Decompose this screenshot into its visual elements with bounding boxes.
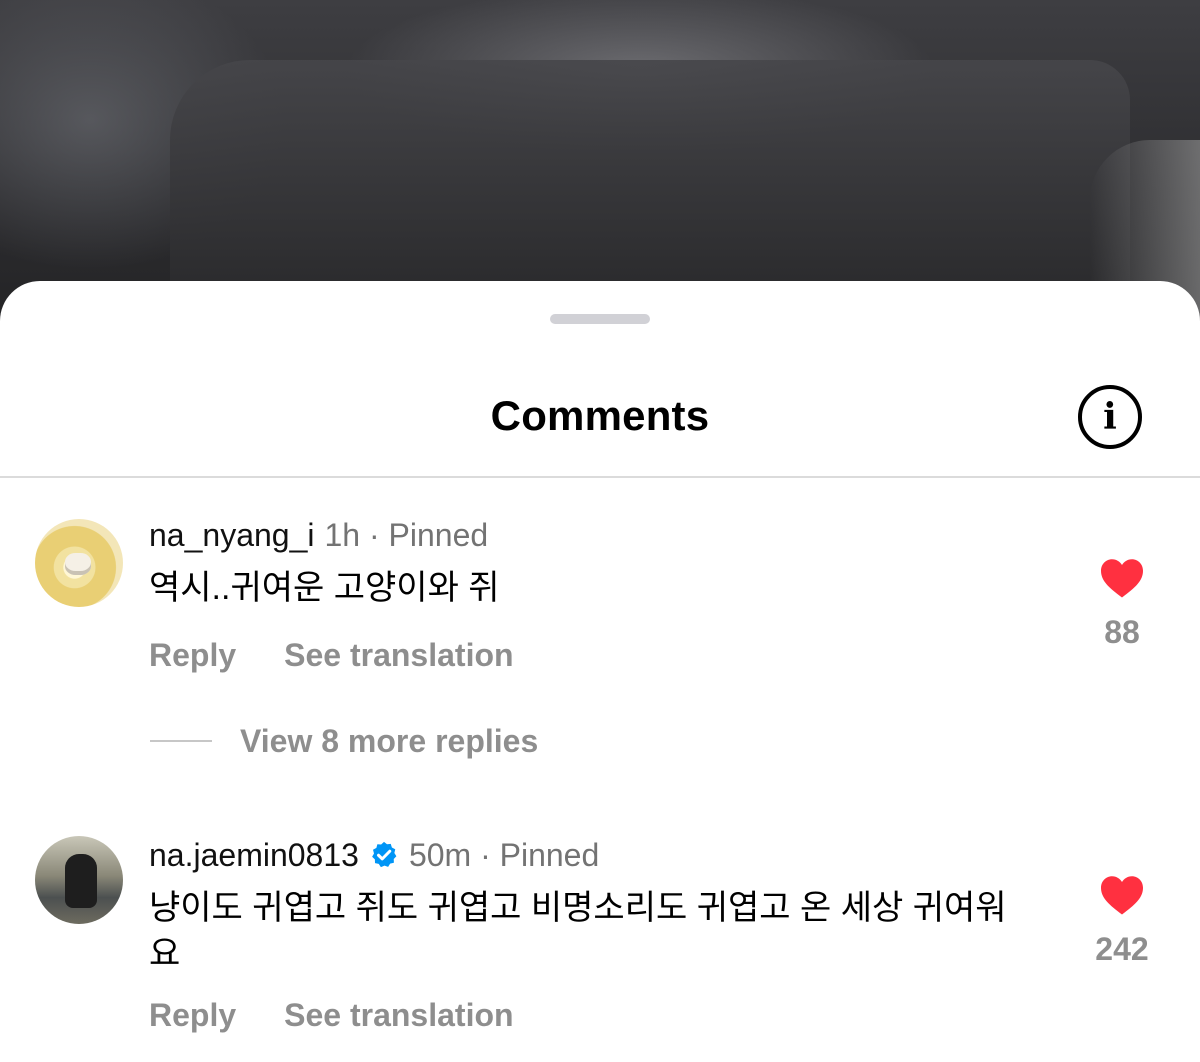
comment-meta: 1h · Pinned xyxy=(324,517,489,553)
username-link[interactable]: na_nyang_i xyxy=(149,516,314,554)
comment-text: 역시..귀여운 고양이와 쥐 xyxy=(149,569,500,607)
video-backdrop xyxy=(0,0,1200,320)
info-icon: i xyxy=(1103,396,1117,438)
reply-button[interactable]: Reply xyxy=(149,636,236,674)
see-translation-button[interactable]: See translation xyxy=(284,996,513,1034)
comment-header: na.jaemin0813 50m · Pinned xyxy=(149,836,599,874)
reply-button[interactable]: Reply xyxy=(149,996,236,1034)
heart-filled-icon xyxy=(1101,876,1143,915)
like-count: 88 xyxy=(1104,614,1140,650)
comment-meta: 50m · Pinned xyxy=(408,837,600,873)
avatar-image xyxy=(65,854,97,908)
view-more-replies-button[interactable]: View 8 more replies xyxy=(150,722,538,760)
comment-actions: Reply See translation xyxy=(149,996,514,1034)
username-link[interactable]: na.jaemin0813 xyxy=(149,836,359,874)
header-divider xyxy=(0,476,1200,478)
avatar-image xyxy=(65,553,91,575)
comment-actions: Reply See translation xyxy=(149,636,514,674)
comment-text: 냥이도 귀엽고 쥐도 귀엽고 비명소리도 귀엽고 온 세상 귀여워요 xyxy=(149,889,1007,973)
info-button[interactable]: i xyxy=(1078,385,1142,449)
like-count: 242 xyxy=(1095,931,1149,967)
replies-line xyxy=(150,740,212,742)
see-translation-button[interactable]: See translation xyxy=(284,636,513,674)
avatar[interactable] xyxy=(35,836,123,924)
like-button[interactable]: 88 xyxy=(1082,557,1162,651)
avatar[interactable] xyxy=(35,519,123,607)
sheet-title: Comments xyxy=(490,392,710,439)
comment-header: na_nyang_i 1h · Pinned xyxy=(149,516,488,554)
sheet-grabber[interactable] xyxy=(550,314,650,324)
like-button[interactable]: 242 xyxy=(1082,874,1162,968)
heart-filled-icon xyxy=(1101,559,1143,598)
view-more-replies-label: View 8 more replies xyxy=(240,723,539,759)
comments-sheet: Comments i na_nyang_i 1h · Pinned 역시..귀여… xyxy=(0,281,1200,1062)
verified-badge-icon xyxy=(372,841,397,868)
